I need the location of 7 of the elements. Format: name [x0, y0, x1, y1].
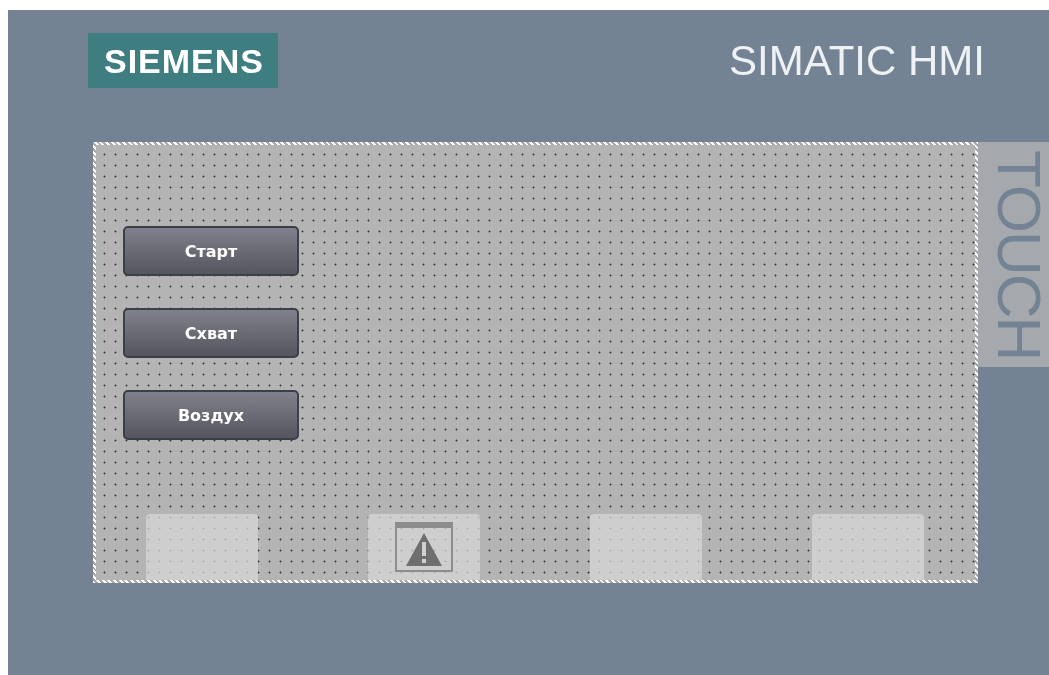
brand-logo: SIEMENS: [88, 33, 279, 88]
panel-title: SIMATIC HMI: [729, 36, 985, 85]
screen-button[interactable]: Схват: [123, 308, 299, 358]
screen-button[interactable]: Старт: [123, 226, 299, 276]
warning-window-icon: [395, 522, 453, 572]
function-key[interactable]: [368, 514, 480, 580]
screen-button[interactable]: Воздух: [123, 390, 299, 440]
